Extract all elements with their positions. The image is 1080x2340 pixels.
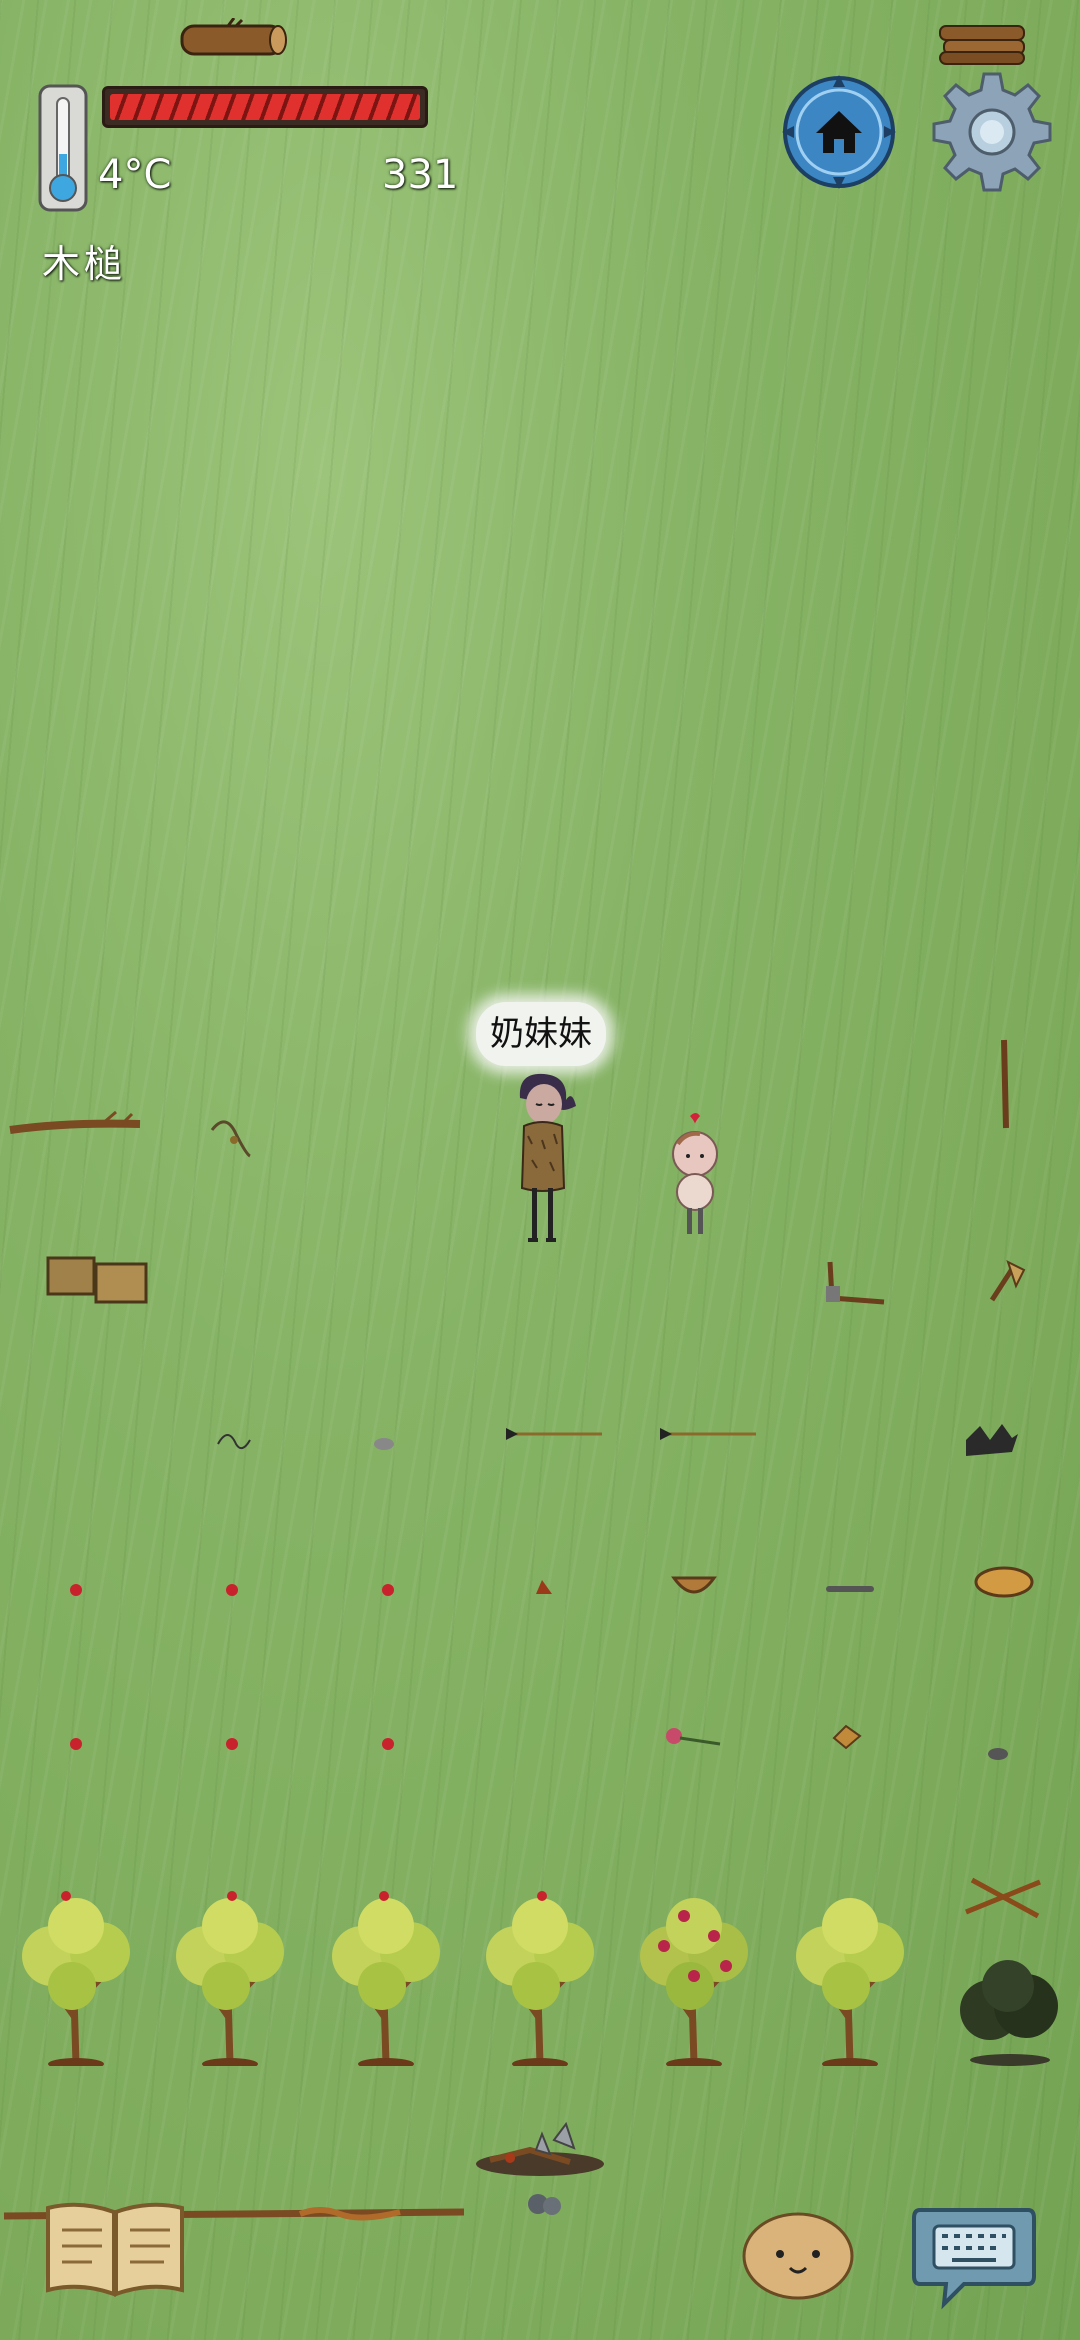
rose-item[interactable] (664, 1726, 724, 1750)
score-counter: 331 (382, 152, 459, 198)
berry-item[interactable] (378, 1580, 398, 1600)
stones-item[interactable] (526, 2190, 566, 2218)
firewood-log-icon (180, 18, 287, 56)
health-bar (102, 86, 428, 128)
berry-item[interactable] (222, 1734, 242, 1754)
berry-item[interactable] (378, 1734, 398, 1754)
clay-bowl-item[interactable] (670, 1568, 718, 1602)
crossed-sticks-item[interactable] (962, 1872, 1044, 1922)
rope-item[interactable] (206, 1110, 256, 1160)
thermometer-icon (38, 84, 88, 212)
stick-item[interactable] (994, 1036, 1016, 1132)
clay-item[interactable] (532, 1576, 556, 1600)
baby-character[interactable] (660, 1110, 730, 1250)
hand-axe-item[interactable] (986, 1256, 1028, 1306)
chat-keyboard-button[interactable] (910, 2200, 1038, 2310)
temperature-readout: 4°C (98, 152, 172, 198)
emote-button[interactable] (740, 2208, 856, 2300)
stone-hatchet-item[interactable] (822, 1258, 888, 1310)
character-name-label: 奶妹妹 (476, 1002, 606, 1066)
held-item-label: 木槌 (42, 242, 127, 286)
emote-icon (742, 2212, 854, 2300)
berry-bush[interactable] (326, 1886, 446, 2066)
berry-bush[interactable] (16, 1886, 136, 2066)
leaf-item[interactable] (830, 1722, 864, 1752)
berry-bush[interactable] (790, 1886, 910, 2066)
flint-blade-item[interactable] (824, 1582, 876, 1596)
firewood-pile-icon (939, 25, 1025, 65)
player-character[interactable] (502, 1070, 582, 1250)
recipe-book-button[interactable] (40, 2200, 190, 2300)
plant-fiber-item[interactable] (216, 1426, 252, 1450)
flint-chip-item[interactable] (372, 1436, 396, 1452)
berry-item[interactable] (66, 1580, 86, 1600)
berry-bush[interactable] (170, 1886, 290, 2066)
ripe-berry-bush[interactable] (634, 1886, 754, 2066)
straw-bundle-item[interactable] (44, 1250, 150, 1308)
home-button[interactable] (780, 73, 898, 191)
keyboard-icon (932, 2224, 1016, 2270)
long-branch-item[interactable] (6, 1108, 146, 1144)
berry-bush[interactable] (480, 1886, 600, 2066)
settings-button[interactable] (930, 70, 1054, 194)
book-icon (46, 2202, 184, 2297)
bread-item[interactable] (972, 1564, 1036, 1600)
dead-campfire[interactable] (470, 2120, 610, 2180)
small-stone-item[interactable] (986, 1746, 1010, 1762)
berry-item[interactable] (66, 1734, 86, 1754)
berry-item[interactable] (222, 1580, 242, 1600)
empty-bush[interactable] (950, 1950, 1070, 2066)
dark-herb-item[interactable] (962, 1420, 1022, 1460)
arrow-item-2[interactable] (656, 1424, 760, 1444)
arrow-item[interactable] (502, 1424, 606, 1444)
health-bar-fill (110, 94, 420, 120)
